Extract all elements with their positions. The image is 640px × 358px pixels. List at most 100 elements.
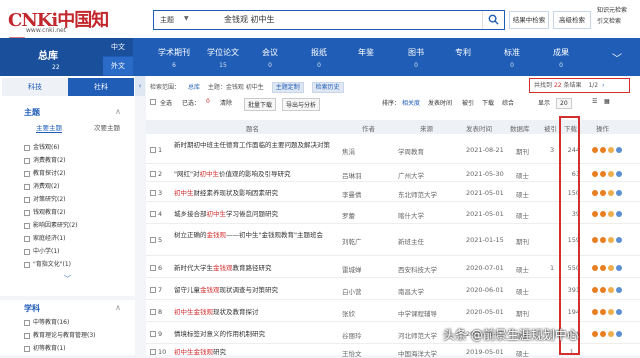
author[interactable]: 吕琳羽 (342, 170, 362, 180)
download-icon[interactable] (592, 309, 598, 315)
show-more-icon[interactable]: ﹀ (64, 274, 71, 284)
result-title-link[interactable]: "网红"对初中生价值观的影响及引导研究 (174, 169, 349, 179)
author[interactable]: 刘乾广 (342, 236, 362, 246)
tab-achievements[interactable]: 成果 0 (553, 47, 569, 69)
result-title-link[interactable]: 留守儿童金钱观现状调查与对策研究 (174, 285, 349, 295)
advanced-search-button[interactable]: 高级检索 (553, 11, 591, 29)
author[interactable]: 王怡文 (342, 348, 362, 358)
author[interactable]: 李曼倩 (342, 189, 362, 199)
facet-item[interactable]: 影响因素研究(2) (24, 220, 78, 229)
source[interactable]: 广州大学 (398, 170, 458, 180)
sort-date[interactable]: 发表时间 (428, 98, 452, 107)
row-number[interactable]: 9 (150, 330, 162, 338)
author[interactable]: 焦涓 (342, 146, 355, 156)
result-title-link[interactable]: 新时期初中班主任德育工作面临的主要问题及解决对策 (174, 140, 349, 150)
source[interactable]: 西安科技大学 (398, 264, 458, 274)
select-all-checkbox[interactable] (150, 98, 158, 105)
cite-icon[interactable] (616, 171, 622, 177)
tab-yearbook[interactable]: 年鉴 (358, 47, 374, 62)
cite-icon[interactable] (616, 211, 622, 217)
download-icon[interactable] (592, 237, 598, 243)
tab-zongku[interactable]: 总库 22 (0, 38, 103, 76)
read-icon[interactable] (600, 265, 606, 271)
favorite-icon[interactable] (608, 211, 614, 217)
topic-custom-button[interactable]: 主题定制 (271, 82, 304, 93)
favorite-icon[interactable] (608, 287, 614, 293)
facet-item[interactable]: 消费教育(2) (24, 155, 66, 164)
search-history-button[interactable]: 检索历史 (311, 82, 344, 93)
source[interactable]: 中学课程辅导 (398, 308, 458, 318)
checkbox[interactable] (24, 235, 30, 242)
cite-icon[interactable] (616, 309, 622, 315)
download-icon[interactable] (592, 331, 598, 337)
favorite-icon[interactable] (608, 171, 614, 177)
result-title-link[interactable]: 新时代大学生金钱观教育路径研究 (174, 263, 349, 273)
cite-icon[interactable] (616, 265, 622, 271)
cited-count[interactable]: 3 (550, 146, 554, 154)
cite-icon[interactable] (616, 147, 622, 153)
row-number[interactable]: 7 (150, 286, 162, 294)
checkbox[interactable] (24, 222, 30, 229)
read-icon[interactable] (600, 171, 606, 177)
citation-search-link[interactable]: 引文检索 (597, 16, 627, 27)
per-page-select[interactable]: 20 (556, 98, 572, 109)
collapse-icon[interactable]: ∧ (115, 303, 121, 312)
download-icon[interactable] (592, 287, 598, 293)
favorite-icon[interactable] (608, 265, 614, 271)
read-icon[interactable] (600, 331, 606, 337)
facet-item[interactable]: 初等教育(1) (24, 343, 66, 352)
download-icon[interactable] (592, 171, 598, 177)
facet-item[interactable]: 中等教育(16) (24, 317, 69, 326)
row-number[interactable]: 1 (150, 146, 162, 154)
tab-books[interactable]: 图书 0 (408, 47, 424, 69)
search-scope-select[interactable]: 主题 (160, 15, 174, 25)
checkbox[interactable] (24, 261, 30, 268)
refine-search-button[interactable]: 结果中检索 (509, 11, 549, 29)
tab-science[interactable]: 科技 (2, 78, 68, 96)
facet-item[interactable]: 对策研究(2) (24, 194, 66, 203)
select-all-label[interactable]: 全选 (160, 98, 172, 107)
clear-link[interactable]: 清除 (220, 98, 232, 107)
tab-standards[interactable]: 标准 0 (504, 47, 520, 69)
subtab-major-topic[interactable]: 主要主题 (36, 122, 62, 133)
read-icon[interactable] (600, 147, 606, 153)
sort-downloads[interactable]: 下载 (482, 98, 494, 107)
checkbox[interactable] (24, 157, 30, 164)
favorite-icon[interactable] (608, 331, 614, 337)
tab-newspaper[interactable]: 报纸 0 (311, 47, 327, 69)
row-number[interactable]: 4 (150, 210, 162, 218)
knowledge-search-link[interactable]: 知识元检索 (597, 5, 627, 16)
download-icon[interactable] (592, 190, 598, 196)
facet-section-topic[interactable]: 主题 ∧ (0, 107, 135, 118)
cite-icon[interactable] (616, 287, 622, 293)
author[interactable]: 雷城婵 (342, 264, 362, 274)
lang-cn-tab[interactable]: 中文 (103, 38, 133, 56)
cite-icon[interactable] (616, 237, 622, 243)
source[interactable]: 喀什大学 (398, 210, 458, 220)
scope-link[interactable]: 总库 (188, 84, 200, 91)
source[interactable]: 学周教育 (398, 146, 458, 156)
source[interactable]: 南昌大学 (398, 286, 458, 296)
download-icon[interactable] (592, 211, 598, 217)
chevron-down-icon[interactable]: ▼ (184, 15, 189, 22)
author[interactable]: 谷丽玲 (342, 330, 362, 340)
row-number[interactable]: 5 (150, 236, 162, 244)
facet-item[interactable]: 教育理论与教育管理(3) (24, 330, 96, 339)
collapse-sidebar-icon[interactable]: ‹ (135, 76, 145, 96)
row-number[interactable]: 8 (150, 308, 162, 316)
expand-nav-icon[interactable]: ﹀ (612, 50, 622, 65)
result-title-link[interactable]: 树立正确的金钱观——初中生"金钱观教育"主题班会 (174, 230, 349, 240)
download-icon[interactable] (592, 147, 598, 153)
read-icon[interactable] (600, 237, 606, 243)
download-icon[interactable] (592, 265, 598, 271)
cited-count[interactable]: 1 (550, 264, 554, 272)
checkbox[interactable] (24, 144, 30, 151)
search-input[interactable]: 金钱观 初中生 (224, 14, 275, 25)
result-title-link[interactable]: 初中生财经素养现状及影响因素研究 (174, 188, 349, 198)
read-icon[interactable] (600, 190, 606, 196)
row-number[interactable]: 3 (150, 189, 162, 197)
batch-download-button[interactable]: 批量下载 (244, 98, 277, 111)
facet-item[interactable]: 金钱观(6) (24, 142, 60, 151)
list-view-icon[interactable]: ☰ (592, 98, 597, 105)
cite-icon[interactable] (616, 331, 622, 337)
